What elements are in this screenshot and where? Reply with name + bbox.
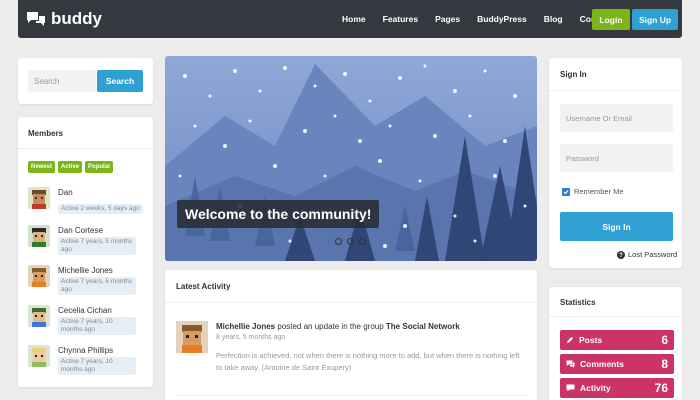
nav-blog[interactable]: Blog (544, 14, 563, 24)
password-field[interactable]: Password (560, 144, 673, 172)
signin-divider (549, 90, 682, 91)
member-item[interactable]: Dan Cortese Active 7 years, 5 months ago (28, 225, 136, 256)
logo-text: buddy (51, 9, 102, 28)
remember-checkbox[interactable] (562, 187, 570, 196)
member-name[interactable]: Cecelia Cichan (58, 306, 136, 315)
slider-pagination (335, 238, 366, 245)
avatar[interactable] (28, 305, 50, 327)
avatar[interactable] (176, 321, 208, 353)
member-activity: Active 7 years, 10 months ago (58, 357, 136, 375)
statistics-title: Statistics (560, 298, 596, 307)
tab-popular[interactable]: Popular (85, 161, 114, 173)
avatar[interactable] (28, 187, 50, 209)
slider-dot[interactable] (359, 238, 366, 245)
member-name[interactable]: Michellie Jones (58, 266, 136, 275)
hero-caption: Welcome to the community! (177, 200, 380, 228)
pencil-icon (567, 337, 573, 343)
activity-item-divider (176, 395, 526, 396)
search-input[interactable]: Search (28, 70, 96, 92)
main-nav: Home Features Pages BuddyPress Blog Cont… (342, 0, 611, 38)
tab-newest[interactable]: Newest (28, 161, 56, 173)
search-button[interactable]: Search (97, 70, 143, 92)
statistics-divider (549, 316, 682, 317)
member-item[interactable]: Dan Active 2 weeks, 5 days ago (28, 187, 143, 215)
slider-dot[interactable] (335, 238, 342, 245)
member-name[interactable]: Dan (58, 188, 143, 197)
stat-value: 76 (654, 381, 668, 395)
activity-divider (165, 302, 537, 303)
activity-action: posted an update in the group (275, 322, 386, 331)
checkmark-icon (563, 189, 569, 194)
stat-comments[interactable]: Comments 8 (560, 354, 674, 374)
signup-button[interactable]: Sign Up (632, 9, 678, 30)
winter-forest-illustration (165, 56, 537, 261)
activity-group-link[interactable]: The Social Network (386, 322, 460, 331)
hero-slider[interactable]: Welcome to the community! (165, 56, 537, 261)
nav-pages[interactable]: Pages (435, 14, 460, 24)
search-widget: Search Search (18, 58, 153, 104)
signin-button[interactable]: Sign In (560, 212, 673, 241)
username-field[interactable]: Username Or Email (560, 104, 673, 132)
activity-item: Michellie Jones posted an update in the … (216, 322, 526, 374)
login-button[interactable]: Login (592, 9, 630, 30)
activity-title: Latest Activity (176, 282, 231, 291)
member-activity: Active 7 years, 5 months ago (58, 237, 136, 255)
member-activity: Active 7 years, 10 months ago (58, 317, 136, 335)
statistics-widget: Statistics Posts 6 Comments 8 Activity 7… (549, 287, 682, 400)
stat-label: Comments (580, 359, 624, 369)
activity-user-link[interactable]: Michellie Jones (216, 322, 275, 331)
member-name[interactable]: Dan Cortese (58, 226, 136, 235)
stat-label: Activity (580, 383, 611, 393)
stat-posts[interactable]: Posts 6 (560, 330, 674, 350)
activity-time[interactable]: 8 years, 5 months ago (216, 334, 526, 341)
remember-label: Remember Me (574, 187, 624, 196)
nav-buddypress[interactable]: BuddyPress (477, 14, 527, 24)
activity-text: Perfection is achieved, not when there i… (216, 351, 520, 372)
slider-dot[interactable] (347, 238, 354, 245)
signin-title: Sign In (560, 70, 587, 79)
nav-features[interactable]: Features (383, 14, 418, 24)
member-item[interactable]: Michellie Jones Active 7 years, 6 months… (28, 265, 136, 296)
avatar[interactable] (28, 225, 50, 247)
chat-bubbles-icon (27, 12, 45, 26)
members-title: Members (28, 129, 64, 138)
stat-activity[interactable]: Activity 76 (560, 378, 674, 398)
member-item[interactable]: Cecelia Cichan Active 7 years, 10 months… (28, 305, 136, 336)
site-logo[interactable]: buddy (26, 9, 102, 29)
avatar[interactable] (28, 345, 50, 367)
stat-label: Posts (579, 335, 603, 345)
avatar[interactable] (28, 265, 50, 287)
members-tabs: Newest Active Popular (28, 161, 114, 173)
member-item[interactable]: Chynna Phillips Active 7 years, 10 month… (28, 345, 136, 376)
svg-text:?: ? (619, 253, 623, 259)
activity-header: Michellie Jones posted an update in the … (216, 322, 526, 331)
lost-password-label[interactable]: Lost Password (628, 250, 677, 259)
nav-home[interactable]: Home (342, 14, 366, 24)
members-widget: Members Newest Active Popular Dan Active… (18, 117, 153, 387)
comments-icon (566, 360, 575, 368)
tab-active[interactable]: Active (58, 161, 83, 173)
lost-password-link[interactable]: ? Lost Password (617, 250, 677, 259)
question-circle-icon: ? (617, 250, 625, 259)
signin-widget: Sign In Username Or Email Password Remem… (549, 58, 682, 268)
chat-icon (566, 384, 575, 392)
members-divider (18, 148, 153, 149)
site-header: buddy Home Features Pages BuddyPress Blo… (18, 0, 682, 38)
member-name[interactable]: Chynna Phillips (58, 346, 136, 355)
stat-value: 6 (661, 333, 668, 347)
activity-widget: Latest Activity Michellie Jones posted a… (165, 270, 537, 400)
member-activity: Active 2 weeks, 5 days ago (58, 204, 143, 214)
remember-me[interactable]: Remember Me (562, 187, 624, 196)
member-activity: Active 7 years, 6 months ago (58, 277, 136, 295)
stat-value: 8 (661, 357, 668, 371)
